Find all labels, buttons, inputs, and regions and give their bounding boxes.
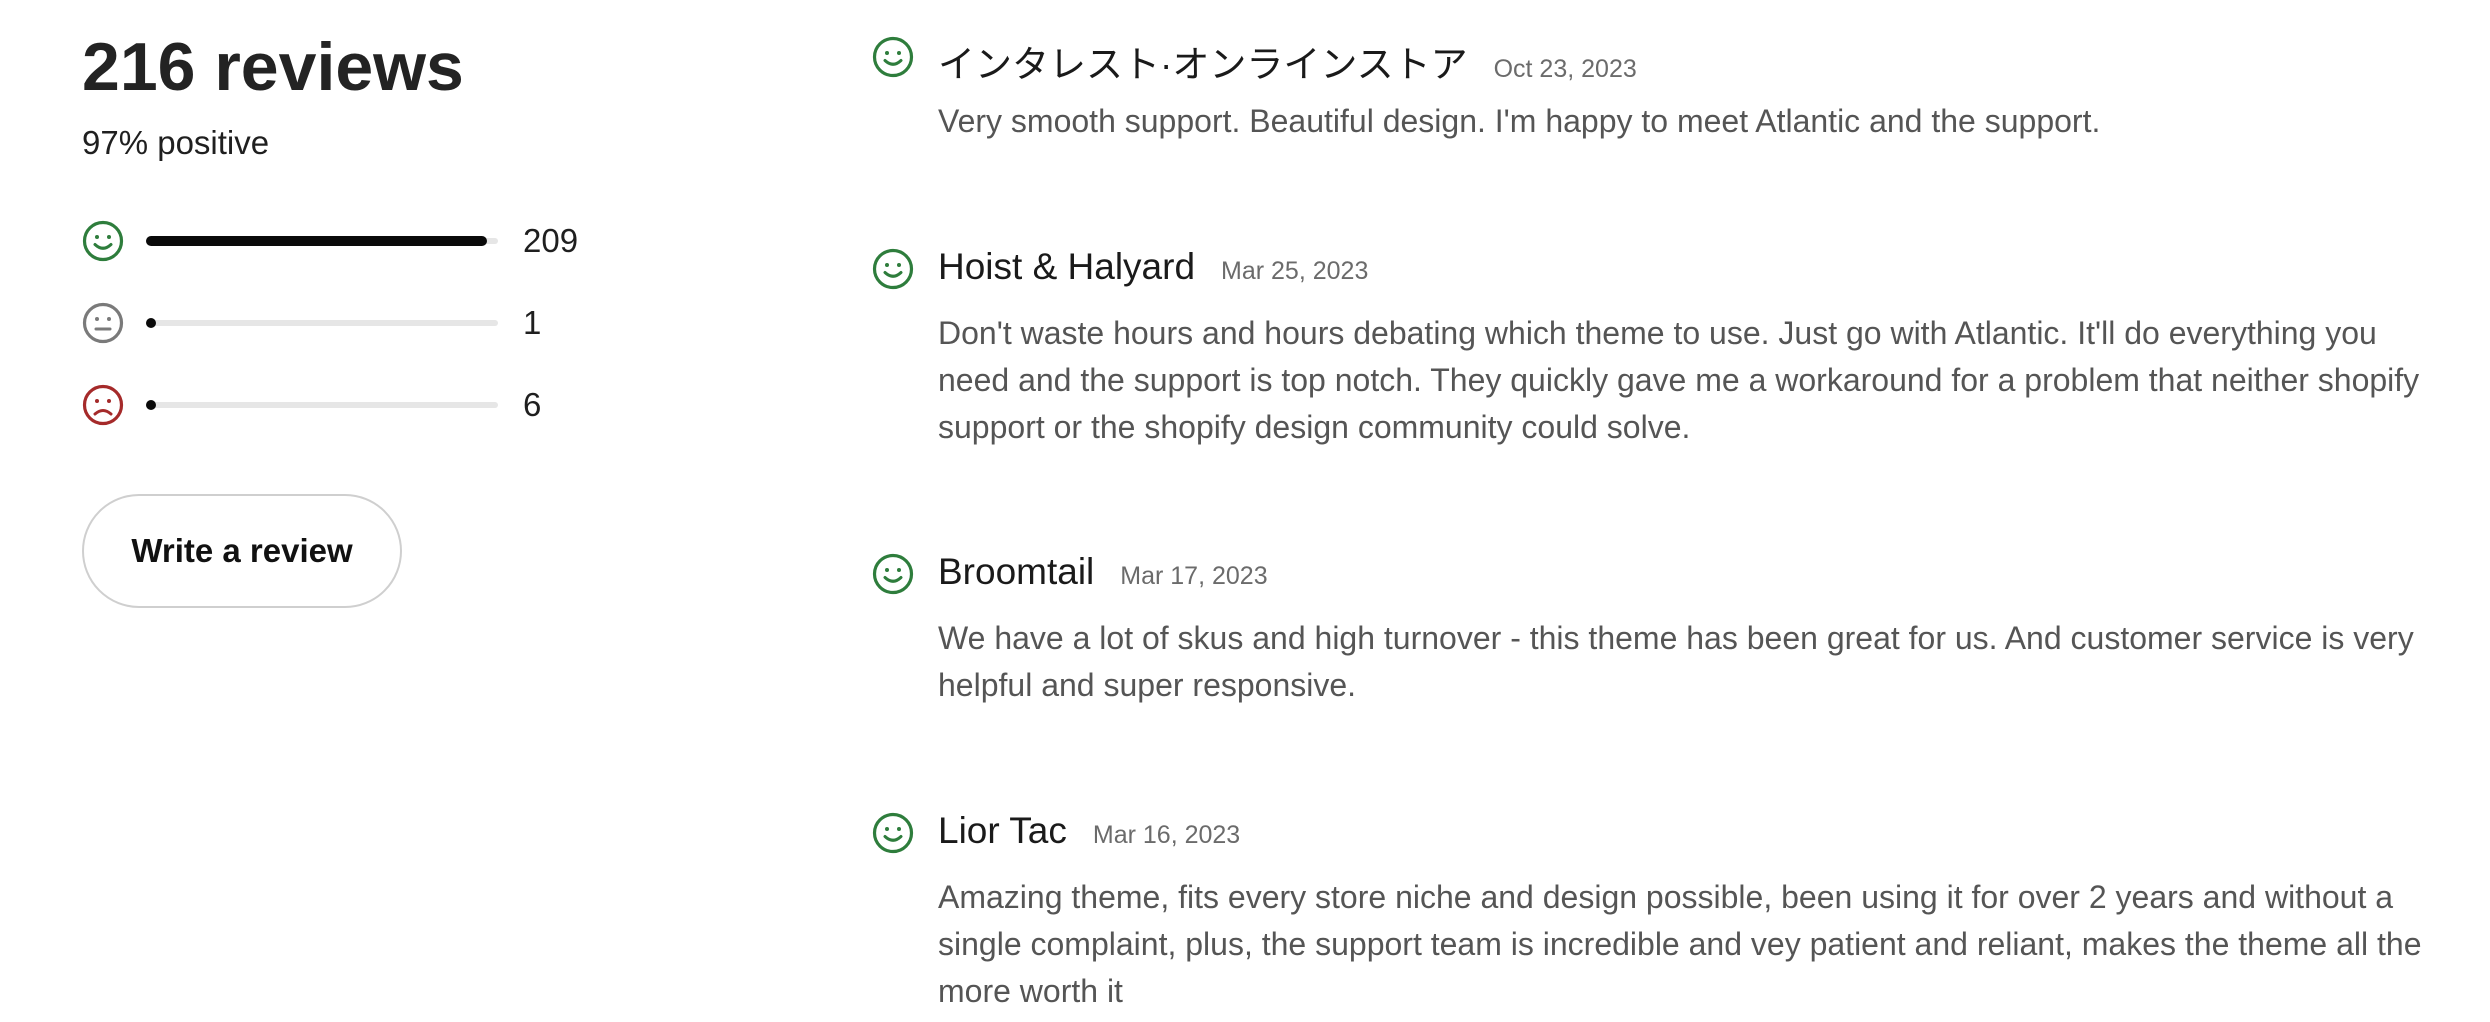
- reviewer-name: Lior Tac: [938, 810, 1067, 851]
- review-text: We have a lot of skus and high turnover …: [938, 620, 2414, 703]
- neutral-face-icon: [82, 302, 124, 344]
- frown-face-icon: [82, 384, 124, 426]
- review-header: インタレスト·オンラインストア Oct 23, 2023: [938, 34, 1637, 88]
- reviewer-name: Broomtail: [938, 551, 1095, 592]
- rating-bar-track: [146, 236, 498, 246]
- smile-face-icon: [872, 248, 914, 290]
- smile-face-icon: [82, 220, 124, 262]
- review-text: Don't waste hours and hours debating whi…: [938, 315, 2420, 445]
- review-header: Hoist & Halyard Mar 25, 2023: [938, 246, 1368, 288]
- smile-face-icon: [872, 812, 914, 854]
- rating-count: 1: [523, 304, 542, 341]
- write-review-button[interactable]: Write a review: [82, 494, 402, 608]
- review-header: Lior Tac Mar 16, 2023: [938, 810, 1240, 852]
- rating-bar-neutral: 1: [82, 298, 642, 348]
- review-header: Broomtail Mar 17, 2023: [938, 551, 1268, 593]
- rating-count: 209: [523, 222, 579, 259]
- review-text: Very smooth support. Beautiful design. I…: [938, 103, 2101, 139]
- review-text: Amazing theme, fits every store niche an…: [938, 879, 2422, 1009]
- rating-bar-track: [146, 318, 498, 328]
- rating-bar-fill: [146, 400, 156, 410]
- rating-bar-positive: 209: [82, 216, 642, 266]
- review-date: Mar 17, 2023: [1120, 562, 1268, 590]
- reviewer-name: Hoist & Halyard: [938, 246, 1196, 287]
- rating-bar-fill: [146, 236, 487, 246]
- reviewer-name: インタレスト·オンラインストア: [938, 44, 1468, 85]
- rating-bar-track: [146, 400, 498, 410]
- review-date: Mar 16, 2023: [1092, 821, 1241, 849]
- review-date: Oct 23, 2023: [1493, 55, 1637, 83]
- smile-face-icon: [872, 553, 914, 595]
- rating-bar-negative: 6: [82, 380, 642, 430]
- rating-count: 6: [523, 386, 542, 423]
- positive-percentage: 97% positive: [82, 124, 270, 161]
- review-date: Mar 25, 2023: [1221, 257, 1369, 285]
- review-count-title: 216 reviews: [82, 29, 464, 105]
- smile-face-icon: [872, 36, 914, 78]
- rating-bar-fill: [146, 318, 156, 328]
